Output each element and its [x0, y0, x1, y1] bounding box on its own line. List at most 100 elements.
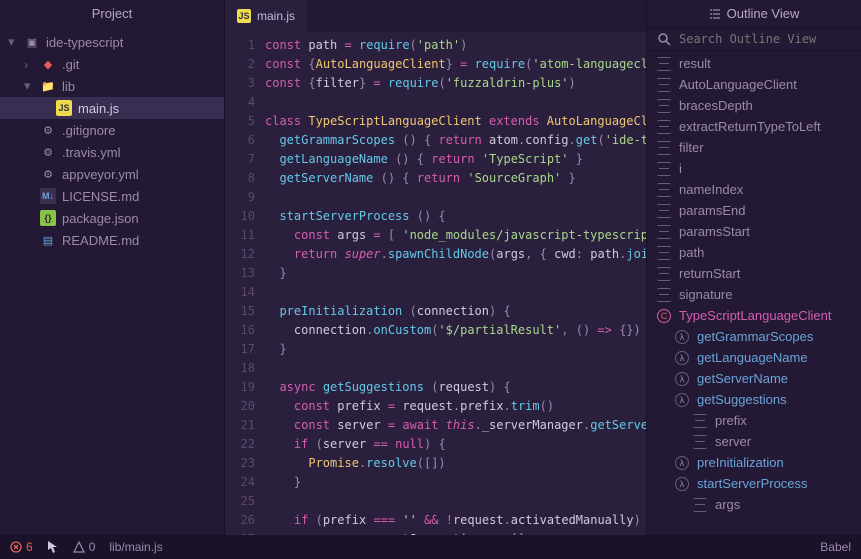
status-errors[interactable]: 6 [10, 540, 33, 554]
outline-item-args[interactable]: args [647, 494, 861, 515]
outline-item-bracesdepth[interactable]: bracesDepth [647, 95, 861, 116]
tree-item-label: main.js [78, 101, 119, 116]
outline-item-filter[interactable]: filter [647, 137, 861, 158]
outline-item-paramsend[interactable]: paramsEnd [647, 200, 861, 221]
outline-item-label: i [679, 161, 682, 176]
tree-item-main-js[interactable]: JSmain.js [0, 97, 224, 119]
outline-item-label: prefix [715, 413, 747, 428]
outline-item-label: getLanguageName [697, 350, 808, 365]
tree-item-ide-typescript[interactable]: ▾▣ide-typescript [0, 31, 224, 53]
tree-item--travis-yml[interactable]: ⚙.travis.yml [0, 141, 224, 163]
line-number: 10 [225, 207, 255, 226]
outline-item-extractreturntypetoleft[interactable]: extractReturnTypeToLeft [647, 116, 861, 137]
line-number: 8 [225, 169, 255, 188]
status-warnings[interactable]: 0 [73, 540, 96, 554]
code-line: } [265, 340, 646, 359]
var-symbol-icon [657, 267, 671, 281]
outline-item-autolanguageclient[interactable]: AutoLanguageClient [647, 74, 861, 95]
file-tree: ▾▣ide-typescript › ◆ .git ▾📁libJSmain.js⚙.gi… [0, 27, 224, 535]
outline-item-getgrammarscopes[interactable]: getGrammarScopes [647, 326, 861, 347]
tree-item-readme-md[interactable]: ▤README.md [0, 229, 224, 251]
tree-item-label: .travis.yml [62, 145, 121, 160]
outline-item-startserverprocess[interactable]: startServerProcess [647, 473, 861, 494]
tree-item-label: LICENSE.md [62, 189, 139, 204]
fn-symbol-icon [675, 330, 689, 344]
line-number: 2 [225, 55, 255, 74]
tree-item-label: package.json [62, 211, 139, 226]
code-line: getLanguageName () { return 'TypeScript'… [265, 150, 646, 169]
line-number: 6 [225, 131, 255, 150]
git-icon: ◆ [40, 56, 56, 72]
code-line [265, 93, 646, 112]
outline-search-input[interactable] [679, 32, 851, 46]
outline-item-label: returnStart [679, 266, 740, 281]
tree-item--git[interactable]: › ◆ .git [0, 53, 224, 75]
line-number: 16 [225, 321, 255, 340]
chevron-icon: › [24, 57, 34, 72]
code-line: const {filter} = require('fuzzaldrin-plu… [265, 74, 646, 93]
line-number: 22 [225, 435, 255, 454]
line-number: 18 [225, 359, 255, 378]
fn-symbol-icon [675, 393, 689, 407]
outline-item-i[interactable]: i [647, 158, 861, 179]
line-number: 15 [225, 302, 255, 321]
outline-item-preinitialization[interactable]: preInitialization [647, 452, 861, 473]
line-number: 11 [225, 226, 255, 245]
tree-item-label: .gitignore [62, 123, 115, 138]
var-symbol-icon [657, 288, 671, 302]
status-path[interactable]: lib/main.js [109, 540, 162, 554]
tree-item--gitignore[interactable]: ⚙.gitignore [0, 119, 224, 141]
folder-icon: 📁 [40, 78, 56, 94]
var-symbol-icon [693, 498, 707, 512]
warning-icon [73, 541, 85, 553]
cursor-icon [47, 540, 59, 554]
chevron-icon: ▾ [8, 34, 18, 50]
line-number: 5 [225, 112, 255, 131]
tree-item-package-json[interactable]: {}package.json [0, 207, 224, 229]
line-number: 26 [225, 511, 255, 530]
outline-item-signature[interactable]: signature [647, 284, 861, 305]
tree-item-label: ide-typescript [46, 35, 123, 50]
code-line: getServerName () { return 'SourceGraph' … [265, 169, 646, 188]
fn-symbol-icon [675, 456, 689, 470]
outline-item-prefix[interactable]: prefix [647, 410, 861, 431]
tree-item-license-md[interactable]: M↓LICENSE.md [0, 185, 224, 207]
line-number: 1 [225, 36, 255, 55]
code-line: getGrammarScopes () { return atom.config… [265, 131, 646, 150]
outline-item-getsuggestions[interactable]: getSuggestions [647, 389, 861, 410]
var-symbol-icon [657, 141, 671, 155]
outline-item-getservername[interactable]: getServerName [647, 368, 861, 389]
outline-search[interactable] [647, 27, 861, 51]
code-line [265, 188, 646, 207]
var-symbol-icon [657, 99, 671, 113]
outline-panel: Outline View resultAutoLanguageClientbra… [646, 0, 861, 535]
line-gutter: 1234567891011121314151617181920212223242… [225, 32, 265, 535]
status-language[interactable]: Babel [820, 540, 851, 554]
tree-item-label: .git [62, 57, 79, 72]
outline-item-getlanguagename[interactable]: getLanguageName [647, 347, 861, 368]
outline-item-label: args [715, 497, 740, 512]
tree-item-label: appveyor.yml [62, 167, 139, 182]
tab-main-js[interactable]: JS main.js [225, 0, 307, 32]
outline-item-result[interactable]: result [647, 53, 861, 74]
outline-item-paramsstart[interactable]: paramsStart [647, 221, 861, 242]
outline-item-server[interactable]: server [647, 431, 861, 452]
code-editor[interactable]: 1234567891011121314151617181920212223242… [225, 32, 646, 535]
outline-item-label: extractReturnTypeToLeft [679, 119, 821, 134]
outline-item-label: AutoLanguageClient [679, 77, 797, 92]
outline-list: result AutoLanguageClient bracesDepth extra… [647, 51, 861, 535]
var-symbol-icon [657, 120, 671, 134]
outline-item-label: getServerName [697, 371, 788, 386]
code-line: const args = [ 'node_modules/javascript-… [265, 226, 646, 245]
code-content[interactable]: const path = require('path')const {AutoL… [265, 32, 646, 535]
tree-item-lib[interactable]: ▾📁lib [0, 75, 224, 97]
var-symbol-icon [693, 414, 707, 428]
code-line: if (server == null) { [265, 435, 646, 454]
outline-item-nameindex[interactable]: nameIndex [647, 179, 861, 200]
outline-item-path[interactable]: path [647, 242, 861, 263]
outline-item-returnstart[interactable]: returnStart [647, 263, 861, 284]
tree-item-appveyor-yml[interactable]: ⚙appveyor.yml [0, 163, 224, 185]
code-line: return super.spawnChildNode(args, { cwd:… [265, 245, 646, 264]
outline-item-label: path [679, 245, 704, 260]
outline-item-typescriptlanguageclient[interactable]: TypeScriptLanguageClient [647, 305, 861, 326]
